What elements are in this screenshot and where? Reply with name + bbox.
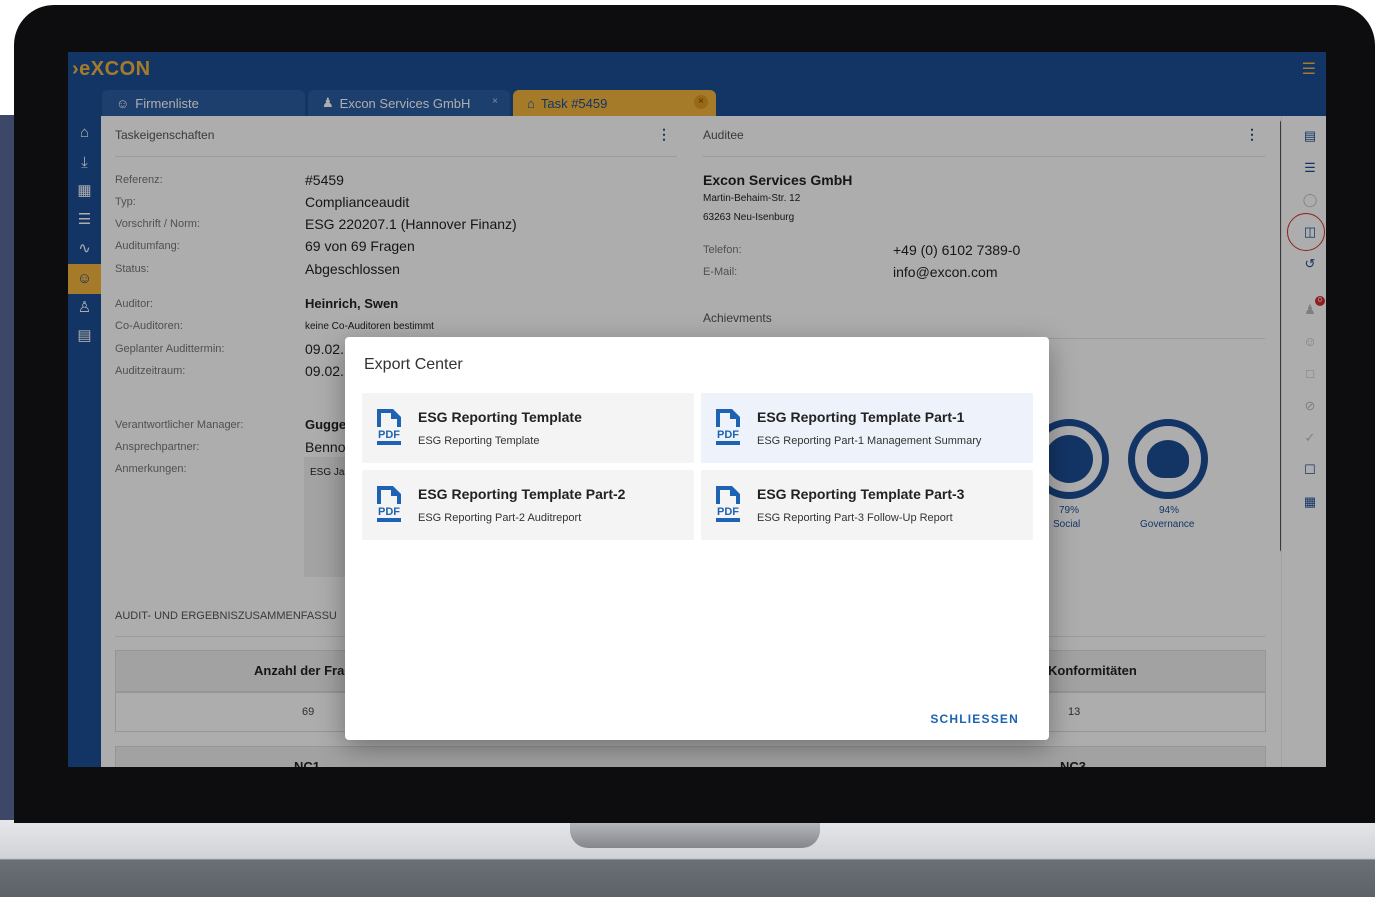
pdf-label: PDF <box>717 506 739 518</box>
export-center-dialog: Export Center PDF ESG Reporting Template… <box>345 337 1049 740</box>
export-item-part3[interactable]: PDF ESG Reporting Template Part-3 ESG Re… <box>701 470 1033 540</box>
export-item-subtitle: ESG Reporting Part-1 Management Summary <box>757 435 982 447</box>
dialog-title: Export Center <box>364 356 463 373</box>
export-item-title: ESG Reporting Template Part-1 <box>757 409 965 425</box>
pdf-file-icon: PDF <box>377 409 401 445</box>
pdf-label: PDF <box>378 506 400 518</box>
export-item-subtitle: ESG Reporting Template <box>418 435 540 447</box>
export-item-title: ESG Reporting Template <box>418 409 582 425</box>
export-item-part2[interactable]: PDF ESG Reporting Template Part-2 ESG Re… <box>362 470 694 540</box>
export-item-title: ESG Reporting Template Part-2 <box>418 486 626 502</box>
export-item-part1[interactable]: PDF ESG Reporting Template Part-1 ESG Re… <box>701 393 1033 463</box>
close-button[interactable]: SCHLIESSEN <box>930 712 1019 726</box>
export-item-subtitle: ESG Reporting Part-3 Follow-Up Report <box>757 512 953 524</box>
pdf-file-icon: PDF <box>716 486 740 522</box>
export-item-title: ESG Reporting Template Part-3 <box>757 486 965 502</box>
export-item-template[interactable]: PDF ESG Reporting Template ESG Reporting… <box>362 393 694 463</box>
pdf-label: PDF <box>717 429 739 441</box>
app-screen: ›eXCON ☰ ☺ Firmenliste ♟ Excon Services … <box>68 52 1326 767</box>
pdf-file-icon: PDF <box>716 409 740 445</box>
laptop-hinge <box>570 822 820 848</box>
pdf-label: PDF <box>378 429 400 441</box>
pdf-file-icon: PDF <box>377 486 401 522</box>
export-item-subtitle: ESG Reporting Part-2 Auditreport <box>418 512 582 524</box>
